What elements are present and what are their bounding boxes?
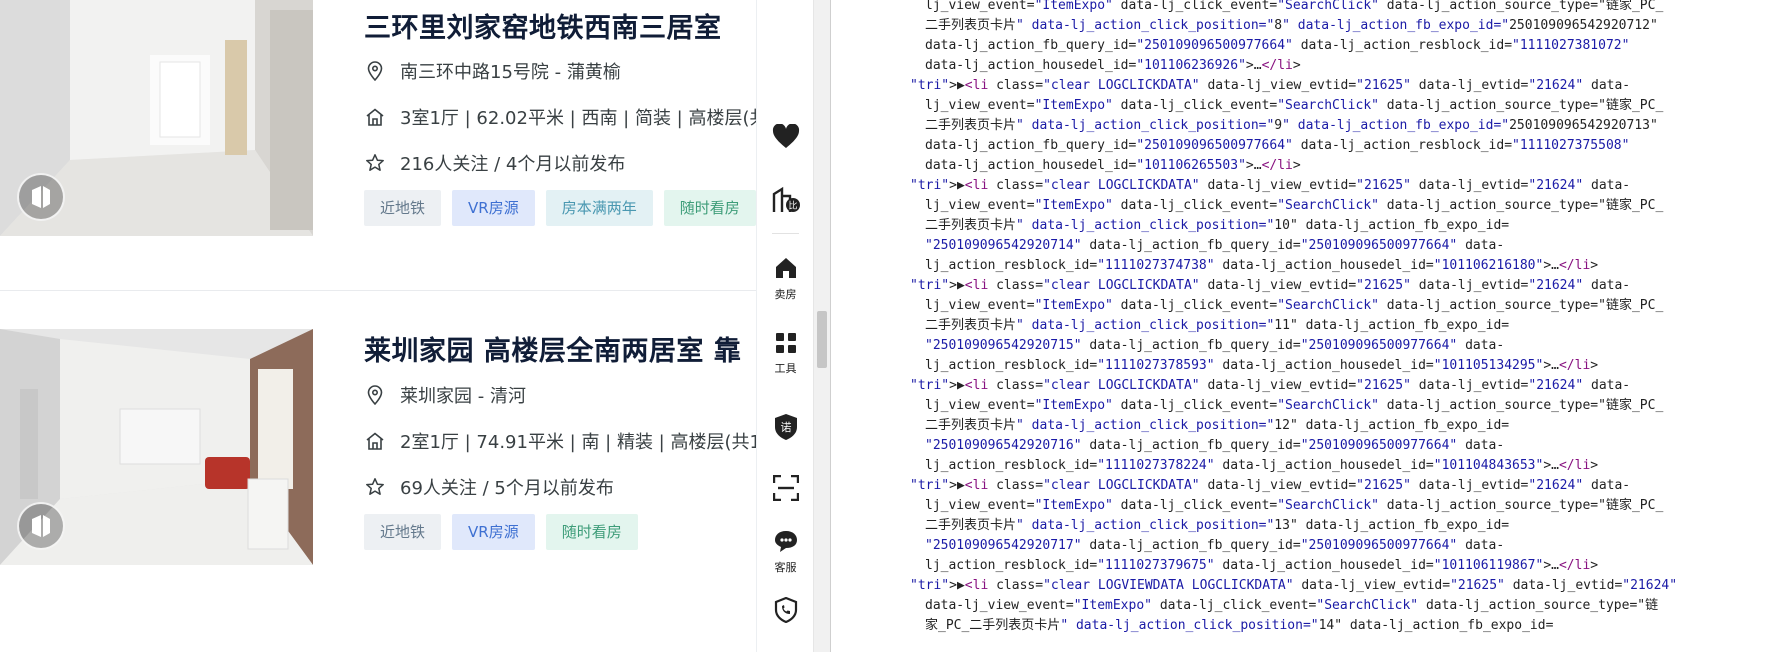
star-icon [364,152,386,174]
dom-node-line: 二手列表页卡片" data-lj_action_click_position="… [925,18,1658,33]
listing-address-link[interactable]: 南三环中路15号院 - 蒲黄榆 [400,58,621,84]
dom-node-line: data-lj_action_housedel_id="101106236926… [925,58,1301,73]
listing-card: 莱圳家园 高楼层全南两居室 靠 莱圳家园 - 清河 2室1厅 | 74.91平米… [0,329,756,569]
listing-info-row: 2室1厅 | 74.91平米 | 南 | 精装 | 高楼层(共1 [364,428,756,454]
dom-node-line: lj_action_resblock_id="1111027378593" da… [925,358,1599,373]
dom-node-collapsed[interactable]: "tri">▶<li class="clear LOGCLICKDATA" da… [910,376,1630,396]
dom-node-line: lj_action_resblock_id="1111027374738" da… [925,258,1599,273]
dom-node-line: 二手列表页卡片" data-lj_action_click_position="… [925,418,1510,433]
report-phone-button[interactable] [757,596,814,627]
listing-card: 三环里刘家窑地铁西南三居室 南三环中路15号院 - 蒲黄榆 3室1厅 | 62.… [0,0,756,240]
tag-vr: VR房源 [452,514,535,550]
sell-house-icon [774,256,798,284]
dom-node-line: lj_view_event="ItemExpo" data-lj_click_e… [925,0,1664,13]
dom-node-line: lj_view_event="ItemExpo" data-lj_click_e… [925,498,1664,513]
toolbar-separator [772,233,799,234]
vr-icon [17,502,65,550]
tag-near-subway: 近地铁 [364,514,442,550]
house-icon [364,106,386,128]
card-divider [0,290,756,291]
sell-house-label: 卖房 [774,288,797,301]
customer-service-button[interactable]: 客服 [757,529,814,575]
dom-node-collapsed[interactable]: "tri">▶<li class="clear LOGCLICKDATA" da… [910,476,1630,496]
page-scrollbar[interactable] [813,0,830,652]
listing-address-row: 莱圳家园 - 清河 [364,382,526,408]
favorites-button[interactable] [757,123,814,154]
compare-icon: 比 [771,186,801,218]
listing-title[interactable]: 三环里刘家窑地铁西南三居室 [364,6,722,45]
heart-icon [772,123,800,154]
tag-near-subway: 近地铁 [364,190,442,226]
listing-pane: 三环里刘家窑地铁西南三居室 南三环中路15号院 - 蒲黄榆 3室1厅 | 62.… [0,0,756,652]
dom-node-line: lj_view_event="ItemExpo" data-lj_click_e… [925,298,1664,313]
devtools-elements-panel: lj_view_event="ItemExpo" data-lj_click_e… [830,0,1768,652]
dom-node-line: 二手列表页卡片" data-lj_action_click_position="… [925,118,1658,133]
tag-anytime-viewing: 随时看房 [663,190,756,226]
tag-vr: VR房源 [452,190,535,226]
dom-node-line: data-lj_action_fb_query_id="250109096500… [925,138,1630,153]
dom-node-collapsed[interactable]: "tri">▶<li class="clear LOGVIEWDATA LOGC… [910,576,1677,596]
dom-node-line: lj_action_resblock_id="1111027378224" da… [925,458,1599,473]
guarantee-icon: 诺 [773,413,799,445]
dom-node-line: 二手列表页卡片" data-lj_action_click_position="… [925,318,1510,333]
tools-label: 工具 [774,362,797,375]
scan-icon [772,474,799,505]
dom-node-line: data-lj_action_fb_query_id="250109096500… [925,38,1630,53]
floating-toolbar: 比 卖房 工具 诺 客服 [756,0,813,652]
scrollbar-thumb[interactable] [817,311,827,368]
listing-photo[interactable] [0,329,313,565]
dom-node-line: lj_action_resblock_id="1111027379675" da… [925,558,1599,573]
dom-node-line: data-lj_view_event="ItemExpo" data-lj_cl… [925,598,1659,613]
dom-node-line: lj_view_event="ItemExpo" data-lj_click_e… [925,98,1664,113]
dom-node-line: 家_PC_二手列表页卡片" data-lj_action_click_posit… [925,618,1554,633]
scan-button[interactable] [757,474,814,505]
vr-icon [17,173,65,221]
listing-info: 2室1厅 | 74.91平米 | 南 | 精装 | 高楼层(共1 [400,432,756,453]
listing-follow-row: 216人关注 / 4个月以前发布 [364,150,625,176]
listing-follow-info: 216人关注 / 4个月以前发布 [400,154,626,175]
listing-info: 3室1厅 | 62.02平米 | 西南 | 简装 | 高楼层(共 [400,108,756,129]
house-icon [364,430,386,452]
customer-service-label: 客服 [774,561,797,574]
svg-text:诺: 诺 [780,421,791,434]
dom-node-line: "250109096542920716" data-lj_action_fb_q… [925,438,1505,453]
listing-follow-row: 69人关注 / 5个月以前发布 [364,474,614,500]
compare-button[interactable]: 比 [757,186,814,218]
tag-anytime-viewing: 随时看房 [545,514,638,550]
listing-info-row: 3室1厅 | 62.02平米 | 西南 | 简装 | 高楼层(共 [364,104,756,130]
svg-text:比: 比 [788,200,797,212]
dom-node-line: "250109096542920714" data-lj_action_fb_q… [925,238,1505,253]
dom-node-line: "250109096542920715" data-lj_action_fb_q… [925,338,1505,353]
listing-title[interactable]: 莱圳家园 高楼层全南两居室 靠 [364,329,741,368]
listing-tags: 近地铁 VR房源 房本满两年 随时看房 [364,190,756,226]
dom-node-line: "250109096542920717" data-lj_action_fb_q… [925,538,1505,553]
listing-follow-info: 69人关注 / 5个月以前发布 [400,478,614,499]
guarantee-button[interactable]: 诺 [757,413,814,445]
customer-service-icon [773,529,799,557]
tag-two-years: 房本满两年 [545,190,653,226]
listing-photo[interactable] [0,0,313,236]
report-phone-icon [774,596,798,627]
sell-house-button[interactable]: 卖房 [757,256,814,302]
dom-node-line: 二手列表页卡片" data-lj_action_click_position="… [925,518,1510,533]
dom-node-line: lj_view_event="ItemExpo" data-lj_click_e… [925,398,1664,413]
dom-node-collapsed[interactable]: "tri">▶<li class="clear LOGCLICKDATA" da… [910,176,1630,196]
dom-node-line: data-lj_action_housedel_id="101106265503… [925,158,1301,173]
dom-node-collapsed[interactable]: "tri">▶<li class="clear LOGCLICKDATA" da… [910,276,1630,296]
location-pin-icon [364,60,386,82]
listing-address-row: 南三环中路15号院 - 蒲黄榆 [364,58,621,84]
dom-node-line: 二手列表页卡片" data-lj_action_click_position="… [925,218,1510,233]
dom-node-line: lj_view_event="ItemExpo" data-lj_click_e… [925,198,1664,213]
tools-icon [775,332,797,358]
star-icon [364,476,386,498]
location-pin-icon [364,384,386,406]
dom-node-collapsed[interactable]: "tri">▶<li class="clear LOGCLICKDATA" da… [910,76,1630,96]
listing-address-link[interactable]: 莱圳家园 - 清河 [400,382,526,408]
listing-tags: 近地铁 VR房源 随时看房 [364,514,638,550]
tools-button[interactable]: 工具 [757,332,814,376]
